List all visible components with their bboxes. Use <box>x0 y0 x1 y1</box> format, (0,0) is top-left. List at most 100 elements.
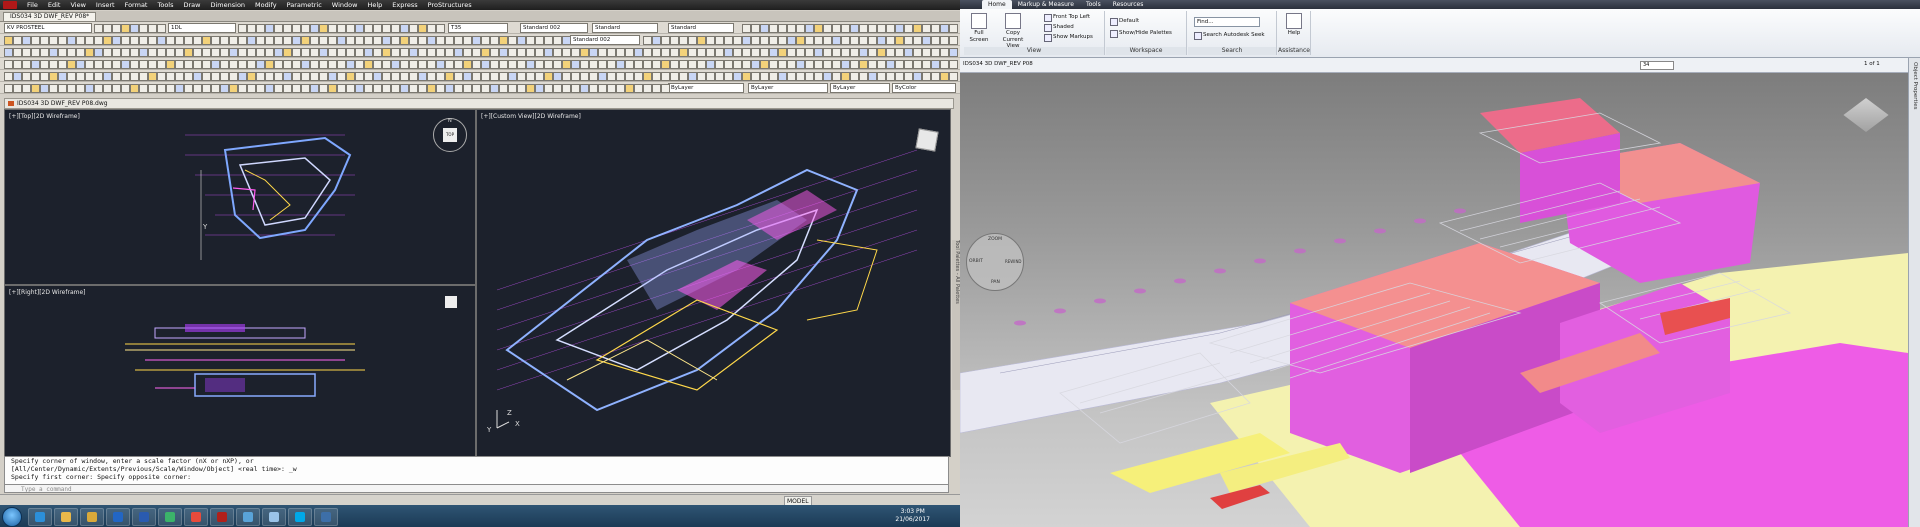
toolbar-tool-icon[interactable] <box>337 72 346 81</box>
toolbar-tool-icon[interactable] <box>229 36 238 45</box>
toolbar-tool-icon[interactable] <box>337 48 346 57</box>
toolbar-tool-icon[interactable] <box>733 48 742 57</box>
toolbar-tool-icon[interactable] <box>148 84 157 93</box>
tab-resources[interactable]: Resources <box>1107 0 1150 9</box>
toolbar-tool-icon[interactable] <box>382 84 391 93</box>
toolbar-tool-icon[interactable] <box>301 48 310 57</box>
toolbar-tool-icon[interactable] <box>49 36 58 45</box>
toolbar-tool-icon[interactable] <box>121 48 130 57</box>
toolbar-tool-icon[interactable] <box>571 60 580 69</box>
toolbar-tool-icon[interactable] <box>904 72 913 81</box>
toolbar-tool-icon[interactable] <box>706 60 715 69</box>
toolbar-tool-icon[interactable] <box>13 48 22 57</box>
toolbar-tool-icon[interactable] <box>751 72 760 81</box>
toolbar-tool-icon[interactable] <box>310 24 319 33</box>
toolbar-tool-icon[interactable] <box>652 84 661 93</box>
toolbar-tool-icon[interactable] <box>436 84 445 93</box>
toolbar-tool-icon[interactable] <box>238 60 247 69</box>
toolbar-tool-icon[interactable] <box>193 72 202 81</box>
toolbar-tool-icon[interactable] <box>490 36 499 45</box>
toolbar-tool-icon[interactable] <box>598 60 607 69</box>
toolbar-tool-icon[interactable] <box>310 84 319 93</box>
toolbar-tool-icon[interactable] <box>877 72 886 81</box>
toolbar-tool-icon[interactable] <box>409 72 418 81</box>
toolbar-tool-icon[interactable] <box>337 24 346 33</box>
toolbar-tool-icon[interactable] <box>877 60 886 69</box>
toolbar-tool-icon[interactable] <box>526 48 535 57</box>
toolbar-tool-icon[interactable] <box>931 36 940 45</box>
toolbar-tool-icon[interactable] <box>940 48 949 57</box>
toolbar-tool-icon[interactable] <box>121 60 130 69</box>
toolbar-tool-icon[interactable] <box>841 48 850 57</box>
toolbar-tool-icon[interactable] <box>733 60 742 69</box>
toolbar-tool-icon[interactable] <box>337 84 346 93</box>
toolbar-tool-icon[interactable] <box>886 72 895 81</box>
toolbar-tool-icon[interactable] <box>436 48 445 57</box>
toolbar-tool-icon[interactable] <box>211 60 220 69</box>
toolbar-tool-icon[interactable] <box>607 60 616 69</box>
toolbar-tool-icon[interactable] <box>499 48 508 57</box>
toolbar-tool-icon[interactable] <box>616 72 625 81</box>
toolbar-tool-icon[interactable] <box>31 72 40 81</box>
toolbar-tool-icon[interactable] <box>274 60 283 69</box>
toolbar-tool-icon[interactable] <box>724 36 733 45</box>
command-input[interactable]: Type a command <box>4 484 949 493</box>
toolbar-tool-icon[interactable] <box>697 36 706 45</box>
toolbar-tool-icon[interactable] <box>175 48 184 57</box>
toolbar-tool-icon[interactable] <box>535 72 544 81</box>
menu-file[interactable]: File <box>22 0 43 10</box>
toolbar-tool-icon[interactable] <box>184 84 193 93</box>
toolbar-tool-icon[interactable] <box>931 48 940 57</box>
toolbar-tool-icon[interactable] <box>382 60 391 69</box>
toolbar-tool-icon[interactable] <box>670 72 679 81</box>
toolbar-tool-icon[interactable] <box>787 48 796 57</box>
taskbar-navisworks[interactable] <box>314 508 338 526</box>
toolbar-tool-icon[interactable] <box>283 60 292 69</box>
toolbar-tool-icon[interactable] <box>283 24 292 33</box>
lineweight-combo[interactable]: ByLayer <box>830 83 890 93</box>
toolbar-tool-icon[interactable] <box>598 72 607 81</box>
toolbar-tool-icon[interactable] <box>913 36 922 45</box>
toolbar-tool-icon[interactable] <box>526 60 535 69</box>
toolbar-tool-icon[interactable] <box>904 36 913 45</box>
dim-style-combo[interactable]: Standard <box>592 23 658 33</box>
toolbar-tool-icon[interactable] <box>868 72 877 81</box>
toolbar-tool-icon[interactable] <box>607 48 616 57</box>
toolbar-tool-icon[interactable] <box>364 84 373 93</box>
zoom-input[interactable]: 34 <box>1640 61 1674 70</box>
toolbar-tool-icon[interactable] <box>859 24 868 33</box>
taskbar-explorer[interactable] <box>54 508 78 526</box>
toolbar-tool-icon[interactable] <box>868 60 877 69</box>
toolbar-tool-icon[interactable] <box>607 84 616 93</box>
toolbar-tool-icon[interactable] <box>814 24 823 33</box>
toolbar-tool-icon[interactable] <box>247 60 256 69</box>
toolbar-tool-icon[interactable] <box>400 24 409 33</box>
toolbar-tool-icon[interactable] <box>157 48 166 57</box>
toolbar-tool-icon[interactable] <box>166 36 175 45</box>
toolbar-tool-icon[interactable] <box>283 36 292 45</box>
toolbar-tool-icon[interactable] <box>931 72 940 81</box>
toolbar-tool-icon[interactable] <box>508 36 517 45</box>
toolbar-tool-icon[interactable] <box>643 48 652 57</box>
toolbar-tool-icon[interactable] <box>274 24 283 33</box>
toolbar-tool-icon[interactable] <box>751 36 760 45</box>
toolbar-tool-icon[interactable] <box>319 36 328 45</box>
toolbar-tool-icon[interactable] <box>778 60 787 69</box>
toolbar-tool-icon[interactable] <box>49 72 58 81</box>
toolbar-tool-icon[interactable] <box>67 36 76 45</box>
toolbar-tool-icon[interactable] <box>796 24 805 33</box>
toolbar-tool-icon[interactable] <box>238 84 247 93</box>
toolbar-tool-icon[interactable] <box>67 48 76 57</box>
toolbar-tool-icon[interactable] <box>697 60 706 69</box>
toolbar-tool-icon[interactable] <box>760 24 769 33</box>
table-style-combo[interactable]: Standard <box>668 23 734 33</box>
tab-home[interactable]: Home <box>982 0 1012 9</box>
toolbar-tool-icon[interactable] <box>724 48 733 57</box>
toolbar-tool-icon[interactable] <box>580 60 589 69</box>
toolbar-tool-icon[interactable] <box>679 36 688 45</box>
toolbar-tool-icon[interactable] <box>355 60 364 69</box>
toolbar-tool-icon[interactable] <box>175 84 184 93</box>
toolbar-tool-icon[interactable] <box>445 72 454 81</box>
toolbar-tool-icon[interactable] <box>562 72 571 81</box>
toolbar-tool-icon[interactable] <box>373 72 382 81</box>
